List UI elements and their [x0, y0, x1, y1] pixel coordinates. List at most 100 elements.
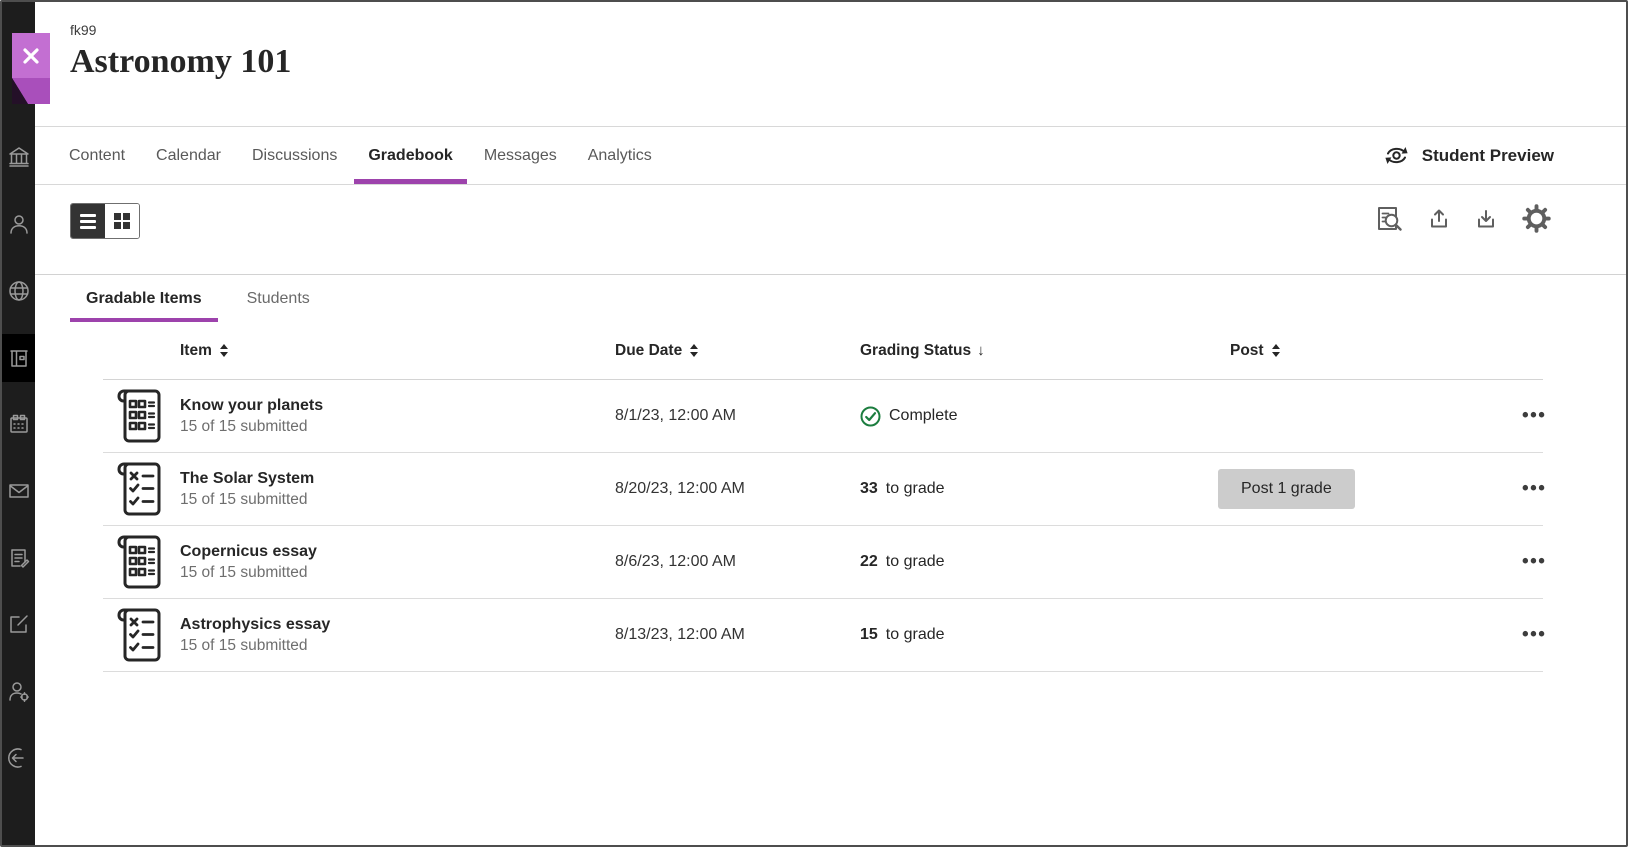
institution-icon[interactable] — [2, 133, 35, 181]
list-view-button[interactable] — [71, 204, 105, 238]
status-text: to grade — [886, 626, 945, 644]
post-cell: Post 1 grade — [1230, 469, 1520, 509]
sign-out-icon[interactable] — [2, 734, 35, 782]
table-header-row: Item Due Date Grading Status ↓ Post — [103, 322, 1543, 380]
item-cell: The Solar System 15 of 15 submitted — [180, 470, 615, 509]
item-title-link[interactable]: Astrophysics essay — [180, 616, 330, 634]
table-body: Know your planets 15 of 15 submitted 8/1… — [103, 380, 1543, 672]
status-text: Complete — [889, 407, 957, 425]
row-menu-button[interactable]: ••• — [1520, 401, 1548, 431]
grading-status: 22 to grade — [860, 553, 1230, 571]
admin-icon[interactable] — [2, 667, 35, 715]
grading-status: 33 to grade — [860, 480, 1230, 498]
gradebook-subtabs: Gradable Items Students — [70, 275, 326, 322]
tab-content[interactable]: Content — [69, 127, 125, 184]
grading-status: 15 to grade — [860, 626, 1230, 644]
item-type-cell — [103, 389, 180, 443]
student-preview-label: Student Preview — [1422, 146, 1554, 166]
grid-view-button[interactable] — [105, 204, 139, 238]
ribbon-tail — [12, 78, 50, 104]
sort-icon — [1272, 344, 1280, 357]
post-grades-button[interactable]: Post 1 grade — [1218, 469, 1355, 509]
table-row: The Solar System 15 of 15 submitted 8/20… — [103, 453, 1543, 526]
row-menu-cell: ••• — [1520, 620, 1550, 650]
status-text: to grade — [886, 553, 945, 571]
base-navigation-rail — [2, 2, 35, 845]
row-menu-button[interactable]: ••• — [1520, 620, 1548, 650]
column-header-item[interactable]: Item — [180, 342, 615, 360]
globe-icon[interactable] — [2, 267, 35, 315]
close-icon — [12, 33, 50, 78]
grid-view-icon — [114, 213, 130, 229]
item-cell: Copernicus essay 15 of 15 submitted — [180, 543, 615, 582]
subtab-students[interactable]: Students — [231, 275, 326, 322]
complete-check-icon — [860, 406, 881, 427]
column-header-post[interactable]: Post — [1230, 342, 1520, 360]
gradebook-toolbar — [35, 185, 1626, 275]
tab-messages[interactable]: Messages — [484, 127, 557, 184]
assignment-item-icon — [117, 608, 180, 662]
messages-icon[interactable] — [2, 467, 35, 515]
sort-icon — [220, 344, 228, 357]
item-type-cell — [103, 608, 180, 662]
to-grade-count: 33 — [860, 480, 878, 498]
item-cell: Know your planets 15 of 15 submitted — [180, 397, 615, 436]
grading-status: Complete — [860, 406, 1230, 427]
to-grade-count: 22 — [860, 553, 878, 571]
item-title-link[interactable]: The Solar System — [180, 470, 314, 488]
tab-analytics[interactable]: Analytics — [588, 127, 652, 184]
profile-icon[interactable] — [2, 200, 35, 248]
row-menu-button[interactable]: ••• — [1520, 474, 1548, 504]
status-text: to grade — [886, 480, 945, 498]
sort-icon — [690, 344, 698, 357]
nav-spacer — [683, 127, 1382, 184]
view-toggle — [70, 203, 140, 239]
table-row: Astrophysics essay 15 of 15 submitted 8/… — [103, 599, 1543, 672]
compose-icon[interactable] — [2, 600, 35, 648]
column-header-due-date[interactable]: Due Date — [615, 342, 860, 360]
tab-calendar[interactable]: Calendar — [156, 127, 221, 184]
item-type-cell — [103, 535, 180, 589]
column-header-grading-status[interactable]: Grading Status ↓ — [860, 342, 1230, 360]
item-submitted-count: 15 of 15 submitted — [180, 418, 615, 436]
courses-icon[interactable] — [2, 334, 35, 382]
to-grade-count: 15 — [860, 626, 878, 644]
item-title-link[interactable]: Know your planets — [180, 397, 323, 415]
download-icon[interactable] — [1472, 205, 1500, 233]
tab-gradebook[interactable]: Gradebook — [368, 127, 452, 184]
item-type-cell — [103, 462, 180, 516]
item-cell: Astrophysics essay 15 of 15 submitted — [180, 616, 615, 655]
row-menu-cell: ••• — [1520, 474, 1550, 504]
close-course-button[interactable] — [12, 33, 50, 104]
item-submitted-count: 15 of 15 submitted — [180, 491, 615, 509]
toolbar-actions — [1373, 201, 1554, 236]
gradable-items-table: Item Due Date Grading Status ↓ Post — [103, 322, 1543, 672]
item-title-link[interactable]: Copernicus essay — [180, 543, 317, 561]
assignment-item-icon — [117, 462, 180, 516]
subtab-gradable-items[interactable]: Gradable Items — [70, 275, 218, 322]
gradebook-search-icon[interactable] — [1373, 203, 1406, 235]
student-preview-icon — [1382, 144, 1411, 167]
sort-descending-icon: ↓ — [977, 342, 985, 359]
settings-gear-icon[interactable] — [1519, 201, 1554, 236]
tab-discussions[interactable]: Discussions — [252, 127, 337, 184]
row-menu-button[interactable]: ••• — [1520, 547, 1548, 577]
row-menu-cell: ••• — [1520, 401, 1550, 431]
course-nav-tabs: Content Calendar Discussions Gradebook M… — [35, 126, 1626, 185]
upload-icon[interactable] — [1425, 205, 1453, 233]
table-row: Copernicus essay 15 of 15 submitted 8/6/… — [103, 526, 1543, 599]
student-preview-button[interactable]: Student Preview — [1382, 127, 1554, 184]
table-row: Know your planets 15 of 15 submitted 8/1… — [103, 380, 1543, 453]
list-view-icon — [80, 214, 96, 229]
test-item-icon — [117, 535, 180, 589]
course-header: fk99 Astronomy 101 — [35, 2, 1626, 84]
calendar-icon[interactable] — [2, 400, 35, 448]
item-submitted-count: 15 of 15 submitted — [180, 637, 615, 655]
main-area: fk99 Astronomy 101 Content Calendar Disc… — [35, 2, 1626, 845]
row-menu-cell: ••• — [1520, 547, 1550, 577]
due-date: 8/1/23, 12:00 AM — [615, 407, 860, 425]
grades-icon[interactable] — [2, 534, 35, 582]
course-title: Astronomy 101 — [70, 40, 1626, 84]
due-date: 8/13/23, 12:00 AM — [615, 626, 860, 644]
due-date: 8/6/23, 12:00 AM — [615, 553, 860, 571]
